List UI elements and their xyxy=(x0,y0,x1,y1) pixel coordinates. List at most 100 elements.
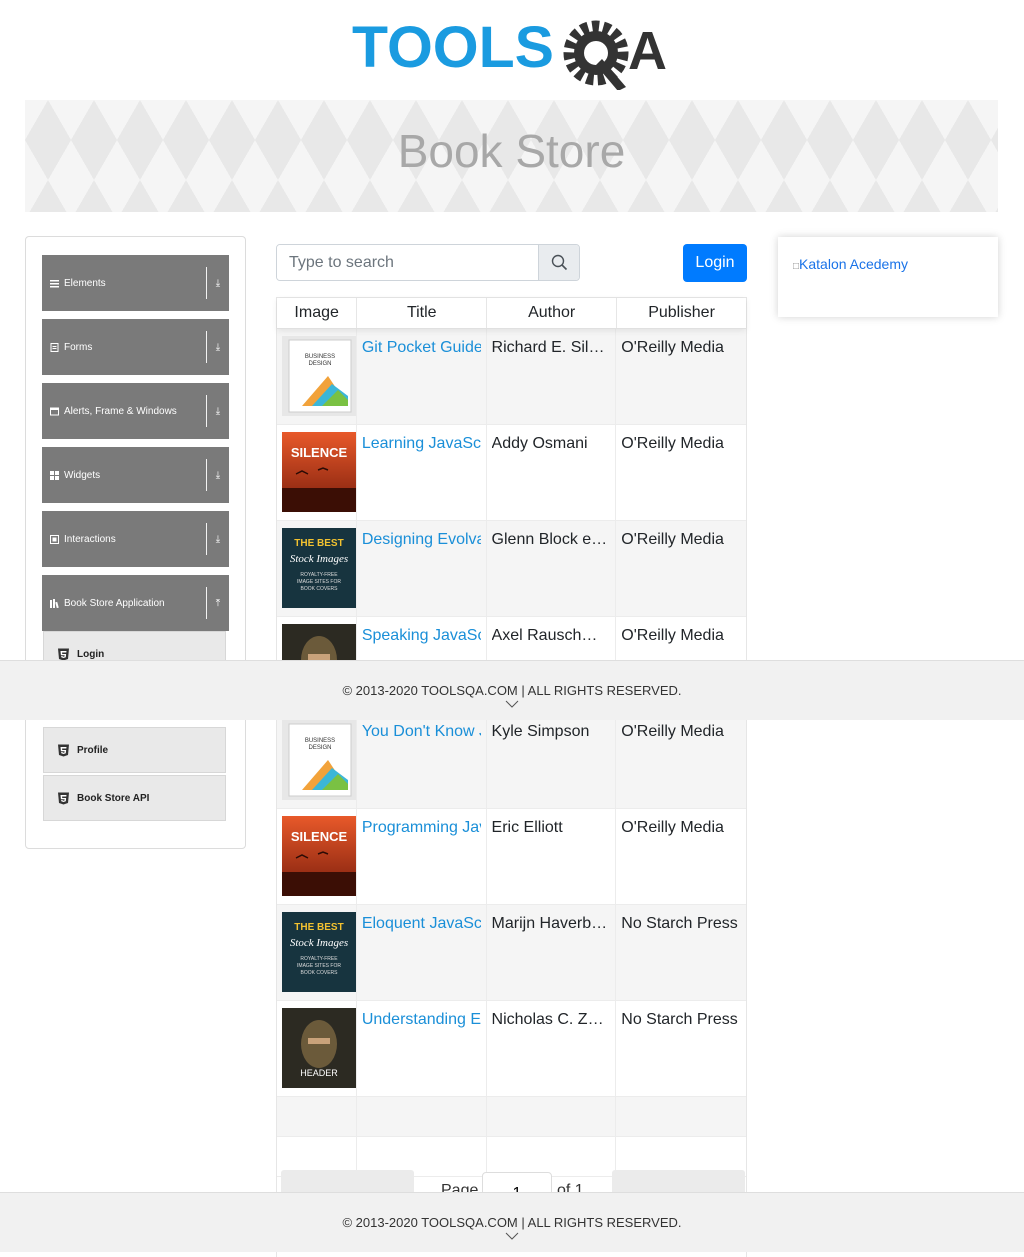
expand-arrow-icon[interactable]: ⤓ xyxy=(207,406,229,417)
divider xyxy=(206,523,207,555)
svg-text:IMAGE SITES FOR: IMAGE SITES FOR xyxy=(297,579,341,585)
title-cell: Eloquent JavaScript, Second Edition xyxy=(357,905,487,1000)
book-cover-image: THE BEST Stock Images ROYALTY-FREE IMAGE SI… xyxy=(277,905,357,1000)
author-cell: Kyle Simpson xyxy=(487,713,617,808)
menu-group-widgets[interactable]: Widgets ⤓ xyxy=(42,447,229,503)
empty-table-row xyxy=(277,1097,746,1137)
menu-group-alerts-frame-windows[interactable]: Alerts, Frame & Windows ⤓ xyxy=(42,383,229,439)
table-row: THE BEST Stock Images ROYALTY-FREE IMAGE SI… xyxy=(277,521,746,617)
left-menu-panel: Elements ⤓ Forms ⤓ Alerts, Frame & Windo… xyxy=(25,236,246,849)
author-cell: Nicholas C. Zakas xyxy=(487,1001,617,1096)
svg-text:THE BEST: THE BEST xyxy=(294,922,343,933)
column-header-author[interactable]: Author xyxy=(487,298,618,328)
page-banner: Book Store xyxy=(25,100,998,212)
author-cell: Addy Osmani xyxy=(487,425,617,520)
search-icon xyxy=(551,254,567,271)
book-author: Richard E. Silverman xyxy=(491,339,611,356)
book-title-link[interactable]: Speaking JavaScript xyxy=(362,627,481,645)
column-header-image[interactable]: Image xyxy=(277,298,358,328)
book-publisher: O'Reilly Media xyxy=(621,435,724,452)
chevron-down-icon[interactable] xyxy=(505,700,519,708)
book-publisher: O'Reilly Media xyxy=(621,339,724,356)
book-title-link[interactable]: Eloquent JavaScript, Second Edition xyxy=(362,915,481,933)
expand-arrow-icon[interactable]: ⤓ xyxy=(207,342,229,353)
expand-arrow-icon[interactable]: ⤓ xyxy=(207,534,229,545)
gear-icon xyxy=(563,20,629,90)
book-title-link[interactable]: Understanding ECMAScript 6 xyxy=(362,1011,481,1029)
book-cover-image: BUSINESS DESIGN xyxy=(277,713,357,808)
menu-group-interactions[interactable]: Interactions ⤓ xyxy=(42,511,229,567)
table-header: Image Title Author Publisher xyxy=(277,298,746,329)
publisher-cell: No Starch Press xyxy=(616,1001,746,1096)
publisher-cell: O'Reilly Media xyxy=(616,425,746,520)
menu-group-label: Elements xyxy=(64,277,106,289)
menu-group-label: Widgets xyxy=(64,469,101,481)
menu-group-forms[interactable]: Forms ⤓ xyxy=(42,319,229,375)
search-button[interactable] xyxy=(538,245,579,280)
toolsqa-logo[interactable]: TOOLS A xyxy=(352,16,676,90)
svg-text:THE BEST: THE BEST xyxy=(294,538,343,549)
column-header-title[interactable]: Title xyxy=(357,298,488,328)
form-icon xyxy=(50,342,59,352)
html5-icon xyxy=(58,792,69,804)
book-title-link[interactable]: Programming JavaScript Applications xyxy=(362,819,481,837)
svg-text:ROYALTY-FREE: ROYALTY-FREE xyxy=(300,956,338,962)
menu-group-label: Interactions xyxy=(64,533,116,545)
svg-text:Stock Images: Stock Images xyxy=(290,937,348,949)
menu-group-elements[interactable]: Elements ⤓ xyxy=(42,255,229,311)
svg-text:ROYALTY-FREE: ROYALTY-FREE xyxy=(300,572,338,578)
book-title-link[interactable]: Learning JavaScript Design Patterns xyxy=(362,435,481,453)
author-cell: Eric Elliott xyxy=(487,809,617,904)
book-author: Nicholas C. Zakas xyxy=(491,1011,611,1028)
table-row: HEADER Understanding ECMAScript 6 Nicholas… xyxy=(277,1001,746,1097)
svg-text:DESIGN: DESIGN xyxy=(308,361,331,367)
book-author: Glenn Block et al. xyxy=(491,531,611,548)
svg-text:DESIGN: DESIGN xyxy=(308,745,331,751)
author-cell: Richard E. Silverman xyxy=(487,329,617,424)
books-icon xyxy=(50,598,59,608)
collapse-arrow-icon[interactable]: ⤒ xyxy=(207,598,229,609)
title-cell: You Don't Know JS xyxy=(357,713,487,808)
expand-arrow-icon[interactable]: ⤓ xyxy=(207,470,229,481)
ad-image-link[interactable]: □Katalon Acedemy xyxy=(793,256,908,272)
list-icon xyxy=(50,279,59,288)
table-row: SILENCE Learning JavaScript Design Patter… xyxy=(277,425,746,521)
menu-item-book-store-api[interactable]: Book Store API xyxy=(43,775,226,821)
column-header-publisher[interactable]: Publisher xyxy=(617,298,746,328)
copyright-text: © 2013-2020 TOOLSQA.COM | ALL RIGHTS RES… xyxy=(342,683,682,698)
menu-group-label: Book Store Application xyxy=(64,597,165,609)
svg-text:IMAGE SITES FOR: IMAGE SITES FOR xyxy=(297,963,341,969)
menu-item-label: Book Store API xyxy=(77,792,150,804)
menu-group-label: Forms xyxy=(64,341,93,353)
svg-text:BOOK COVERS: BOOK COVERS xyxy=(301,970,339,976)
search-input[interactable] xyxy=(277,245,538,280)
svg-text:HEADER: HEADER xyxy=(300,1068,338,1078)
book-cover-image: SILENCE xyxy=(277,809,357,904)
menu-group-label: Alerts, Frame & Windows xyxy=(64,405,177,417)
ad-alt-text: Katalon Acedemy xyxy=(799,256,909,272)
book-title-link[interactable]: You Don't Know JS xyxy=(362,723,481,741)
logo-text-tools: TOOLS xyxy=(352,16,554,80)
expand-arrow-icon[interactable]: ⤓ xyxy=(207,278,229,289)
ad-banner: □Katalon Acedemy xyxy=(778,237,998,317)
book-cover-image: THE BEST Stock Images ROYALTY-FREE IMAGE SI… xyxy=(277,521,357,616)
sticky-footer: © 2013-2020 TOOLSQA.COM | ALL RIGHTS RES… xyxy=(0,660,1024,720)
divider xyxy=(206,267,207,299)
menu-item-profile[interactable]: Profile xyxy=(43,727,226,773)
search-box xyxy=(276,244,580,281)
title-cell: Programming JavaScript Applications xyxy=(357,809,487,904)
html5-icon xyxy=(58,744,69,756)
menu-group-book-store-application[interactable]: Book Store Application ⤒ xyxy=(42,575,229,631)
title-cell: Learning JavaScript Design Patterns xyxy=(357,425,487,520)
book-title-link[interactable]: Designing Evolvable Web APIs with ASP.NE… xyxy=(362,531,481,549)
svg-text:BUSINESS: BUSINESS xyxy=(305,354,335,360)
login-button[interactable]: Login xyxy=(683,244,747,282)
book-publisher: O'Reilly Media xyxy=(621,627,724,644)
book-title-link[interactable]: Git Pocket Guide xyxy=(362,339,481,357)
menu-item-label: Login xyxy=(77,648,105,660)
publisher-cell: O'Reilly Media xyxy=(616,809,746,904)
book-publisher: O'Reilly Media xyxy=(621,531,724,548)
book-cover-image: SILENCE xyxy=(277,425,357,520)
title-cell: Git Pocket Guide xyxy=(357,329,487,424)
chevron-down-icon[interactable] xyxy=(505,1232,519,1240)
